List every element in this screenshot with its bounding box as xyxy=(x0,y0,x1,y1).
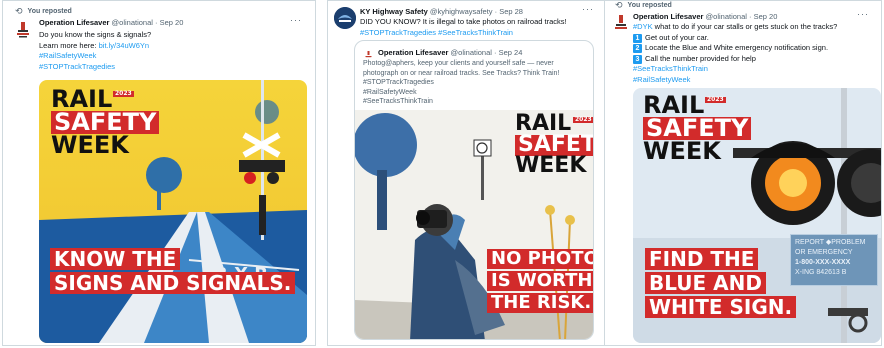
hashtag-link[interactable]: #RailSafetyWeek xyxy=(39,51,151,62)
repost-label: You reposted xyxy=(627,2,672,9)
tweet-image[interactable]: RAIL SAFETY WEEK 2023 REPORT ◆PROBLEM OR… xyxy=(633,88,881,343)
more-options-icon[interactable]: ··· xyxy=(857,9,869,19)
more-options-icon[interactable]: ··· xyxy=(290,15,302,25)
author-name[interactable]: Operation Lifesaver xyxy=(39,18,109,27)
avatar[interactable] xyxy=(363,47,374,58)
hashtag-link[interactable]: #SeeTracksThinkTrain xyxy=(633,64,837,75)
tweet-line: Learn more here: bit.ly/34uW6Yn xyxy=(39,40,150,50)
tweet-text: #DYK what to do if your car stalls or ge… xyxy=(633,22,838,86)
step-item: 1 Get out of your car. xyxy=(633,33,837,44)
rail-safety-week-logo: RAIL SAFETY WEEK 2023 xyxy=(51,87,160,156)
quote-header: Operation Lifesaver @olinational · Sep 2… xyxy=(378,48,522,57)
tweet-header: Operation Lifesaver @olinational · Sep 2… xyxy=(39,18,183,27)
emergency-notification-sign: REPORT ◆PROBLEM OR EMERGENCY 1-800-XXX-X… xyxy=(790,234,878,286)
tweet-header: Operation Lifesaver @olinational · Sep 2… xyxy=(633,12,777,21)
logo-year: 2023 xyxy=(705,96,726,103)
avatar[interactable] xyxy=(334,7,356,29)
repost-indicator: ⟲ You reposted xyxy=(15,6,72,17)
logo-year: 2023 xyxy=(573,116,593,123)
quote-author-name[interactable]: Operation Lifesaver xyxy=(378,48,448,57)
image-banner: FIND THE BLUE AND WHITE SIGN. xyxy=(645,248,797,320)
step-number-icon: 1 xyxy=(633,33,642,43)
repost-icon: ⟲ xyxy=(15,6,23,16)
tweet-image[interactable]: R X R RAIL SAFETY WEEK 2023 KNOW THE SIG… xyxy=(39,80,307,343)
step-number-icon: 2 xyxy=(633,44,642,53)
tweet-card-1[interactable]: ⟲ You reposted Operation Lifesaver @olin… xyxy=(2,0,316,346)
hashtag-link[interactable]: #DYK xyxy=(633,22,653,31)
repost-icon: ⟲ xyxy=(615,0,623,10)
repost-indicator: ⟲ You reposted xyxy=(615,0,672,11)
hashtag-link[interactable]: #STOPTrackTragedies #SeeTracksThinkTrain xyxy=(360,28,567,39)
more-options-icon[interactable]: ··· xyxy=(582,4,594,14)
image-banner: KNOW THE SIGNS AND SIGNALS. xyxy=(50,248,296,296)
tweet-image[interactable]: RAIL SAFETY WEEK 2023 NO PHOTO IS WORTH … xyxy=(355,110,593,339)
author-name[interactable]: KY Highway Safety xyxy=(360,7,428,16)
avatar[interactable] xyxy=(611,12,631,32)
author-handle[interactable]: @kyhighwaysafety · Sep 28 xyxy=(430,7,523,16)
tweet-card-2[interactable]: KY Highway Safety @kyhighwaysafety · Sep… xyxy=(327,0,605,346)
author-handle[interactable]: @olinational · Sep 20 xyxy=(112,18,184,27)
step-item: 2 Locate the Blue and White emergency not… xyxy=(633,43,837,54)
author-handle[interactable]: @olinational · Sep 20 xyxy=(706,12,778,21)
repost-label: You reposted xyxy=(27,8,72,15)
rail-safety-week-logo: RAIL SAFETY WEEK 2023 xyxy=(643,93,752,162)
author-name[interactable]: Operation Lifesaver xyxy=(633,12,703,21)
hashtag-link[interactable]: #RailSafetyWeek xyxy=(633,75,837,86)
step-item: 3 Call the number provided for help xyxy=(633,54,837,65)
tweet-line: Do you know the signs & signals? xyxy=(39,30,152,39)
avatar[interactable] xyxy=(12,18,34,40)
tweet-text: Do you know the signs & signals? Learn m… xyxy=(39,30,151,72)
tweet-line: DID YOU KNOW? It is illegal to take phot… xyxy=(360,17,567,26)
hashtag-link[interactable]: #STOPTrackTragedies xyxy=(39,62,151,73)
step-number-icon: 3 xyxy=(633,54,642,64)
tweet-card-3[interactable]: ⟲ You reposted Operation Lifesaver @olin… xyxy=(604,0,882,346)
logo-year: 2023 xyxy=(113,90,134,97)
quoted-tweet[interactable]: Operation Lifesaver @olinational · Sep 2… xyxy=(354,40,594,340)
image-banner: NO PHOTO IS WORTH THE RISK. xyxy=(487,249,593,315)
tweet-header: KY Highway Safety @kyhighwaysafety · Sep… xyxy=(360,7,523,16)
quote-text: Photog@aphers, keep your clients and you… xyxy=(363,60,560,105)
tweet-link[interactable]: bit.ly/34uW6Yn xyxy=(99,41,149,50)
tweet-text: DID YOU KNOW? It is illegal to take phot… xyxy=(360,17,567,38)
quote-author-handle[interactable]: @olinational · Sep 24 xyxy=(451,48,523,57)
rail-safety-week-logo: RAIL SAFETY WEEK 2023 xyxy=(515,113,593,177)
